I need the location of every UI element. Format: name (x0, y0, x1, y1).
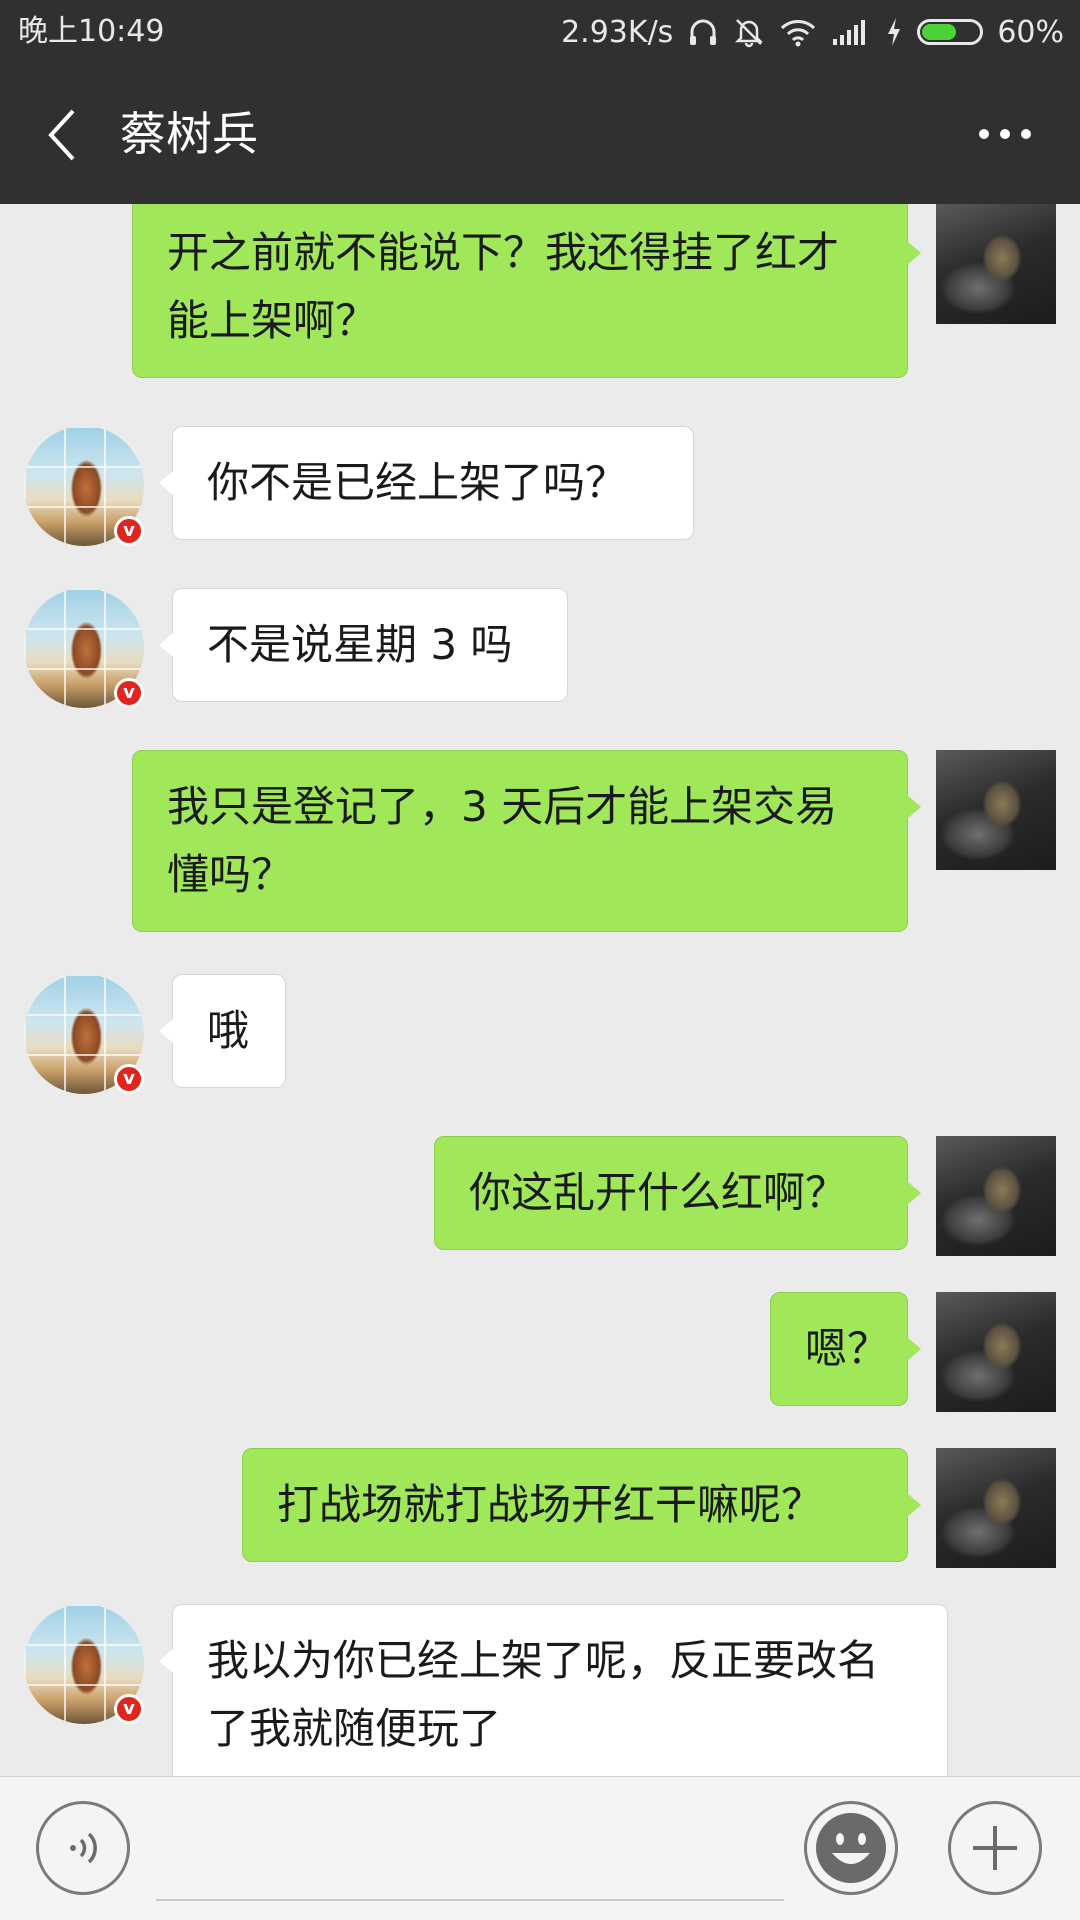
headphones-icon (687, 16, 719, 48)
message-list[interactable]: 开之前就不能说下？我还得挂了红才能上架啊？ v 你不是已经上架了吗？ v 不是说… (0, 204, 1080, 1776)
mute-bell-icon (733, 16, 765, 48)
wifi-icon (779, 16, 817, 48)
message-bubble-received[interactable]: 不是说星期 3 吗 (159, 588, 568, 702)
battery-body (917, 19, 984, 45)
emoji-icon (816, 1813, 886, 1883)
my-avatar[interactable] (936, 204, 1056, 324)
message-bubble-received[interactable]: 我以为你已经上架了呢，反正要改名了我就随便玩了 (159, 1604, 948, 1776)
battery-percent: 60% (997, 14, 1064, 50)
plus-button[interactable] (948, 1801, 1042, 1895)
message-bubble-received[interactable]: 哦 (159, 974, 286, 1088)
message-bubble-sent[interactable]: 我只是登记了，3 天后才能上架交易懂吗？ (132, 750, 921, 932)
verified-badge: v (114, 1694, 144, 1724)
my-avatar[interactable] (936, 1136, 1056, 1256)
status-time: 晚上10:49 (18, 14, 165, 49)
message-bubble-sent[interactable]: 打战场就打战场开红干嘛呢？ (242, 1448, 921, 1562)
my-avatar[interactable] (936, 1292, 1056, 1412)
emoji-button[interactable] (804, 1801, 898, 1895)
message-bubble-sent[interactable]: 开之前就不能说下？我还得挂了红才能上架啊？ (132, 204, 921, 378)
voice-button[interactable] (36, 1801, 130, 1895)
battery-fill (922, 24, 956, 40)
chevron-left-icon (48, 109, 75, 161)
battery-icon (917, 19, 984, 45)
voice-icon (70, 1832, 97, 1864)
message-bubble-sent[interactable]: 你这乱开什么红啊？ (434, 1136, 921, 1250)
charging-icon (885, 16, 903, 48)
contact-avatar[interactable]: v (24, 588, 144, 708)
verified-badge: v (114, 678, 144, 708)
signal-icon (831, 17, 871, 47)
message-bubble-sent[interactable]: 嗯？ (770, 1292, 921, 1406)
contact-avatar[interactable]: v (24, 974, 144, 1094)
net-speed: 2.93K/s (561, 14, 674, 50)
chat-header: 蔡树兵 (0, 64, 1080, 204)
more-dots-icon (979, 129, 1031, 139)
message-bubble-received[interactable]: 你不是已经上架了吗？ (159, 426, 694, 540)
contact-avatar[interactable]: v (24, 1604, 144, 1724)
verified-badge: v (114, 1064, 144, 1094)
my-avatar[interactable] (936, 750, 1056, 870)
input-bar (0, 1776, 1080, 1920)
message-input[interactable] (156, 1817, 784, 1901)
verified-badge: v (114, 516, 144, 546)
plus-icon (973, 1826, 1017, 1870)
status-bar: 晚上10:49 2.93K/s 60% (0, 0, 1080, 64)
my-avatar[interactable] (936, 1448, 1056, 1568)
status-indicators: 2.93K/s 60% (561, 10, 1064, 54)
back-button[interactable] (28, 100, 98, 170)
chat-title: 蔡树兵 (120, 107, 258, 161)
contact-avatar[interactable]: v (24, 426, 144, 546)
more-button[interactable] (970, 104, 1040, 164)
